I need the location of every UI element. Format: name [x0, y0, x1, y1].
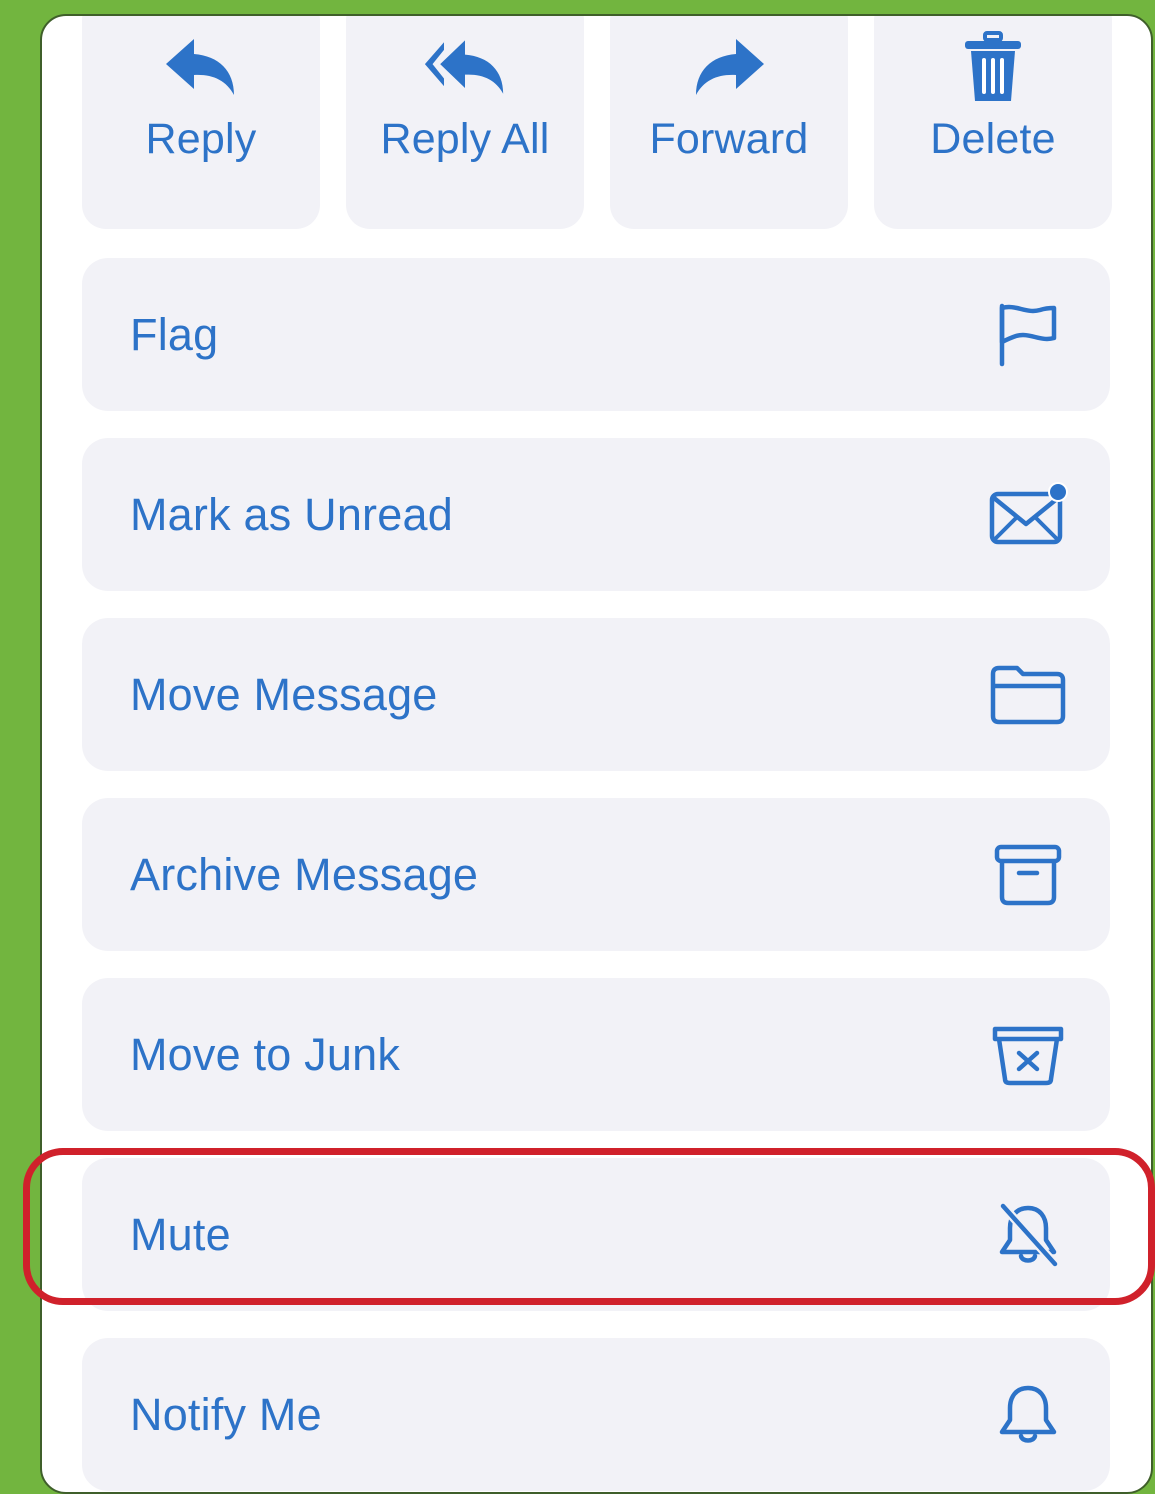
menu-item-move-to-junk[interactable]: Move to Junk	[82, 978, 1110, 1131]
mail-actions-sheet: Reply Reply All Forward Delete Flag Mark…	[40, 14, 1153, 1494]
menu-item-mark-unread[interactable]: Mark as Unread	[82, 438, 1110, 591]
menu-item-mute[interactable]: Mute	[82, 1158, 1110, 1311]
bell-icon	[986, 1373, 1070, 1457]
menu-item-label: Flag	[130, 308, 219, 360]
forward-button[interactable]: Forward	[610, 16, 848, 229]
menu-item-notify-me[interactable]: Notify Me	[82, 1338, 1110, 1491]
bell-slash-icon	[986, 1193, 1070, 1277]
reply-all-button[interactable]: Reply All	[346, 16, 584, 229]
menu-item-flag[interactable]: Flag	[82, 258, 1110, 411]
folder-icon	[986, 653, 1070, 737]
forward-icon	[687, 26, 771, 110]
menu-item-archive-message[interactable]: Archive Message	[82, 798, 1110, 951]
trash-icon	[951, 26, 1035, 110]
menu-item-label: Move to Junk	[130, 1028, 401, 1080]
menu-item-label: Notify Me	[130, 1388, 322, 1440]
menu-item-move-message[interactable]: Move Message	[82, 618, 1110, 771]
delete-label: Delete	[930, 115, 1056, 163]
menu-item-label: Mark as Unread	[130, 488, 453, 540]
delete-button[interactable]: Delete	[874, 16, 1112, 229]
flag-icon	[986, 293, 1070, 377]
reply-icon	[159, 26, 243, 110]
quick-actions-bar: Reply Reply All Forward Delete	[82, 16, 1112, 229]
forward-label: Forward	[649, 115, 809, 163]
envelope-unread-icon	[986, 473, 1070, 557]
reply-button[interactable]: Reply	[82, 16, 320, 229]
archive-box-icon	[986, 833, 1070, 917]
menu-item-label: Archive Message	[130, 848, 479, 900]
reply-all-icon	[423, 26, 507, 110]
junk-box-icon	[986, 1013, 1070, 1097]
menu-item-label: Mute	[130, 1208, 231, 1260]
reply-all-label: Reply All	[380, 115, 550, 163]
reply-label: Reply	[145, 115, 257, 163]
menu-item-label: Move Message	[130, 668, 438, 720]
